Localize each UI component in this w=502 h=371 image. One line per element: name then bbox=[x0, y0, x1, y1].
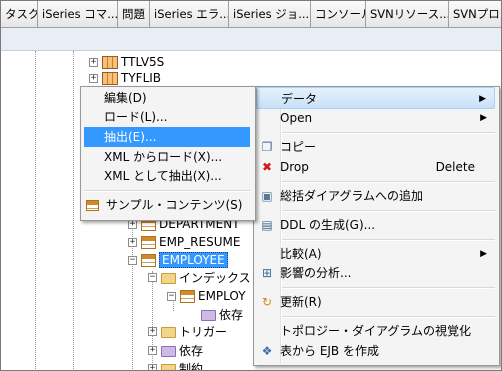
tab-tasks[interactable]: タスク bbox=[1, 1, 38, 27]
tree-node-triggers[interactable]: + トリガー bbox=[148, 323, 227, 339]
menu-item-generate-ddl[interactable]: ▤ DDL の生成(G)... bbox=[256, 214, 495, 236]
tab-problems[interactable]: 問題 bbox=[118, 1, 150, 27]
dependency-folder-icon bbox=[161, 345, 176, 357]
menu-item-label: 抽出(E)... bbox=[104, 130, 157, 144]
folder-icon bbox=[161, 363, 176, 370]
tab-svn-properties[interactable]: SVNプロ... bbox=[449, 1, 501, 27]
menu-item-refresh[interactable]: ↻ 更新(R) bbox=[256, 291, 495, 313]
menu-item-label: DDL の生成(G)... bbox=[280, 218, 376, 232]
menu-item-label: 編集(D) bbox=[104, 91, 147, 105]
menu-item-load[interactable]: ロード(L)... bbox=[84, 108, 250, 127]
menu-item-drop[interactable]: ✖ Drop Delete bbox=[256, 156, 495, 178]
collapse-icon[interactable]: − bbox=[167, 291, 176, 301]
tree-node-employ-index[interactable]: − EMPLOY bbox=[167, 288, 246, 304]
menu-item-data[interactable]: データ ▶ bbox=[256, 87, 495, 109]
tree-node-dependency[interactable]: 依存 bbox=[201, 306, 243, 322]
data-submenu: 編集(D) ロード(L)... 抽出(E)... XML からロード(X)...… bbox=[80, 86, 256, 221]
expand-icon[interactable]: + bbox=[89, 57, 98, 67]
menu-item-label: トポロジー・ダイアグラムの視覚化 bbox=[280, 324, 472, 338]
dependency-folder-icon bbox=[201, 309, 216, 321]
tab-svn-resources[interactable]: SVNリソース... bbox=[366, 1, 449, 27]
menu-item-label: ロード(L)... bbox=[104, 110, 168, 124]
menu-item-table-to-ejb[interactable]: ❖ 表から EJB を作成 bbox=[256, 340, 495, 362]
menu-item-label: XML として抽出(X)... bbox=[104, 169, 222, 183]
context-menu: データ ▶ Open ▶ ❐ コピー ✖ Drop Delete ▣ 総括ダイア… bbox=[253, 86, 500, 366]
tree-node-constraints[interactable]: + 制約 bbox=[148, 360, 204, 371]
tree-node-tyflib[interactable]: + TYFLIB bbox=[89, 70, 161, 86]
tree-node-label: 依存 bbox=[179, 343, 204, 358]
menu-item-topology-visualize[interactable]: トポロジー・ダイアグラムの視覚化 bbox=[256, 320, 495, 342]
tree-node-label: インデックス bbox=[179, 270, 251, 285]
menu-item-extract-xml[interactable]: XML として抽出(X)... bbox=[84, 167, 250, 186]
menu-item-label: 総括ダイアグラムへの追加 bbox=[280, 189, 424, 203]
menu-item-edit[interactable]: 編集(D) bbox=[84, 89, 250, 108]
menu-item-copy[interactable]: ❐ コピー bbox=[256, 136, 495, 158]
submenu-arrow-icon: ▶ bbox=[480, 113, 487, 123]
collapse-icon[interactable]: − bbox=[148, 272, 157, 282]
menu-item-label: Drop bbox=[280, 160, 309, 174]
menu-item-extract[interactable]: 抽出(E)... bbox=[84, 127, 250, 147]
tree-node-label: TYFLIB bbox=[121, 71, 162, 85]
menu-item-label: 表から EJB を作成 bbox=[280, 344, 379, 358]
tree-node-label: 依存 bbox=[219, 307, 244, 322]
expand-icon[interactable]: + bbox=[148, 363, 157, 370]
tree-node-label: EMP_RESUME bbox=[159, 235, 241, 249]
folder-icon bbox=[161, 272, 176, 284]
tab-iseries-jobs[interactable]: iSeries ジョ... bbox=[229, 1, 311, 27]
refresh-icon: ↻ bbox=[261, 295, 273, 309]
sample-contents-icon bbox=[86, 200, 99, 211]
tree-node-emp-resume[interactable]: + EMP_RESUME bbox=[128, 234, 240, 250]
folder-icon bbox=[161, 326, 176, 338]
index-icon bbox=[180, 289, 195, 303]
table-icon bbox=[141, 235, 156, 249]
menu-item-label: 影響の分析... bbox=[280, 266, 352, 280]
view-toolbar bbox=[1, 28, 501, 51]
impact-analysis-icon: ⊞ bbox=[261, 266, 273, 280]
menu-item-label: 更新(R) bbox=[280, 295, 322, 309]
tree-node-label: TTLV5S bbox=[121, 55, 165, 69]
menu-item-label: Open bbox=[280, 111, 313, 125]
menu-item-label: サンプル・コンテンツ(S) bbox=[105, 198, 243, 212]
ddl-icon: ▤ bbox=[261, 218, 273, 232]
menu-item-label: XML からロード(X)... bbox=[104, 150, 223, 164]
table-icon bbox=[141, 253, 156, 267]
tab-iseries-errors[interactable]: iSeries エラ... bbox=[150, 1, 229, 27]
copy-icon: ❐ bbox=[261, 140, 273, 154]
expand-icon[interactable]: + bbox=[89, 73, 98, 83]
tree-node-label: EMPLOY bbox=[198, 289, 246, 303]
expand-icon[interactable]: + bbox=[128, 237, 137, 247]
eclipse-view: タスク iSeries コマ... 問題 iSeries エラ... iSeri… bbox=[0, 0, 502, 371]
tab-console[interactable]: コンソール bbox=[311, 1, 366, 27]
tree-node-employee[interactable]: − EMPLOYEE bbox=[128, 252, 228, 268]
menu-item-shortcut: Delete bbox=[435, 160, 475, 174]
schema-icon bbox=[102, 55, 118, 69]
collapse-icon[interactable]: − bbox=[128, 255, 137, 265]
diagram-icon: ▣ bbox=[261, 189, 273, 203]
tree-node-dependencies[interactable]: + 依存 bbox=[148, 342, 203, 358]
tree-node-indexes[interactable]: − インデックス bbox=[148, 269, 251, 285]
menu-item-sample-contents[interactable]: サンプル・コンテンツ(S) bbox=[84, 196, 250, 215]
ejb-icon: ❖ bbox=[261, 344, 273, 358]
menu-item-load-xml[interactable]: XML からロード(X)... bbox=[84, 148, 250, 167]
menu-item-open[interactable]: Open ▶ bbox=[256, 107, 495, 129]
menu-item-impact-analysis[interactable]: ⊞ 影響の分析... bbox=[256, 262, 495, 284]
tree-node-label: 制約 bbox=[179, 361, 204, 371]
expand-icon[interactable]: + bbox=[148, 345, 157, 355]
tree-node-ttlv5s[interactable]: + TTLV5S bbox=[89, 54, 164, 70]
schema-icon bbox=[102, 71, 118, 85]
menu-item-label: コピー bbox=[280, 140, 317, 154]
tree-node-label: トリガー bbox=[179, 324, 228, 339]
view-tab-bar: タスク iSeries コマ... 問題 iSeries エラ... iSeri… bbox=[1, 1, 501, 28]
tab-iseries-commands[interactable]: iSeries コマ... bbox=[38, 1, 118, 27]
tree-node-label-selected: EMPLOYEE bbox=[159, 252, 228, 268]
menu-item-add-to-diagram[interactable]: ▣ 総括ダイアグラムへの追加 bbox=[256, 185, 495, 207]
expand-icon[interactable]: + bbox=[148, 326, 157, 336]
delete-icon: ✖ bbox=[261, 160, 273, 174]
